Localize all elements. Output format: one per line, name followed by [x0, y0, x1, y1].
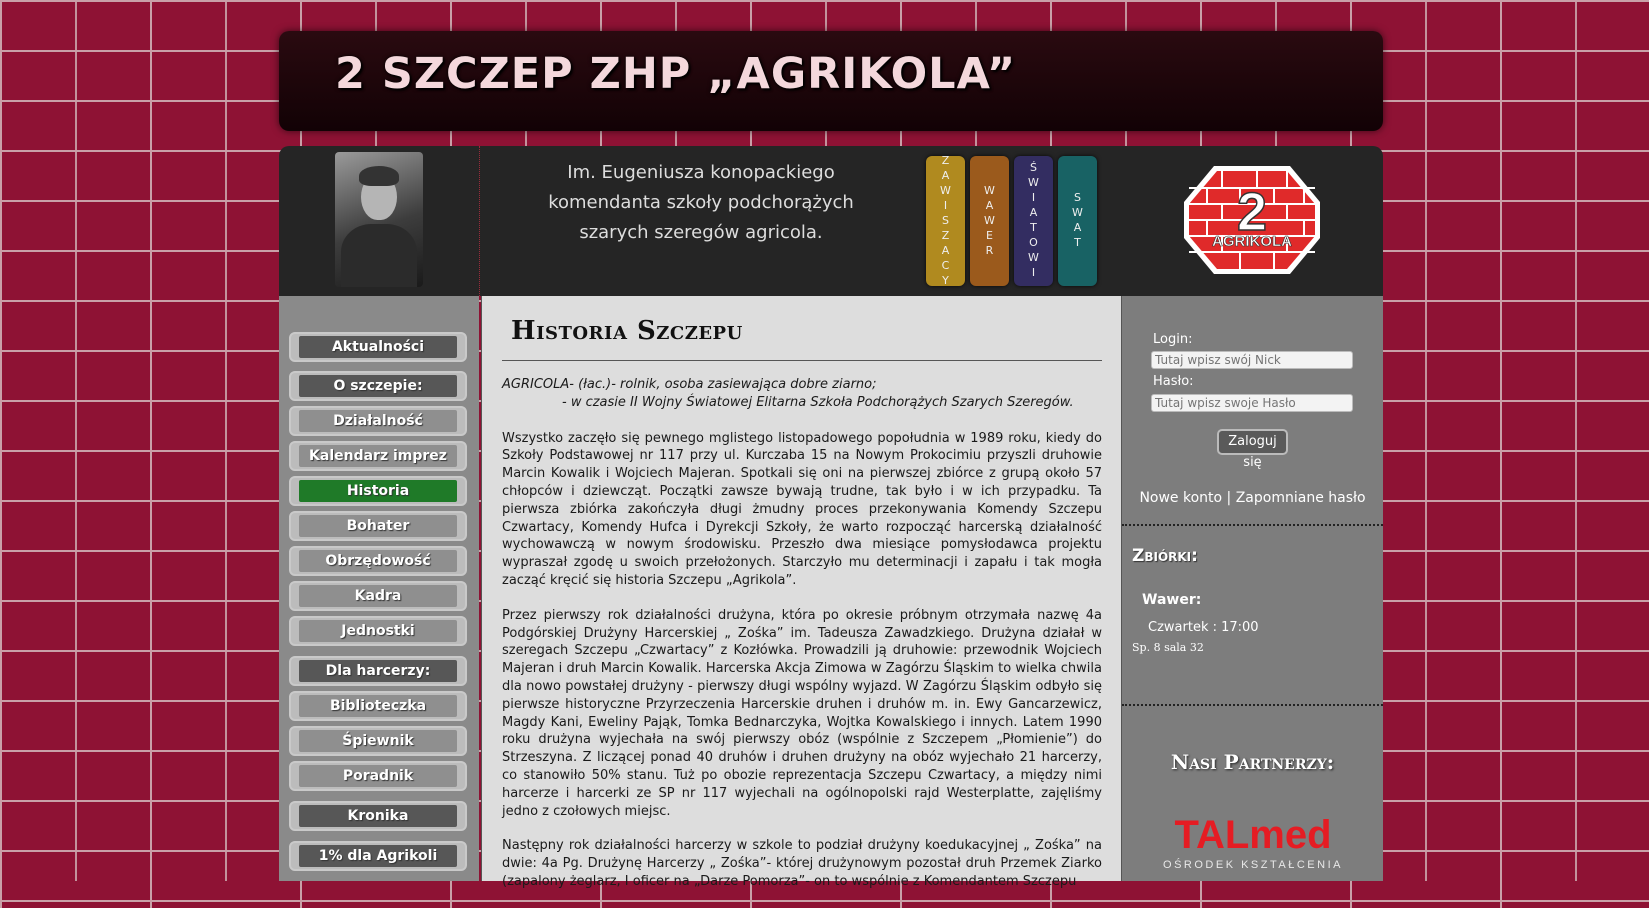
- menu-item-label: Obrzędowość: [299, 550, 457, 572]
- article-paragraph: Przez pierwszy rok działalności drużyna,…: [502, 607, 1102, 819]
- account-links: Nowe konto | Zapomniane hasło: [1122, 490, 1383, 506]
- menu-item[interactable]: 1% dla Agrikoli: [289, 841, 467, 871]
- password-label: Hasło:: [1153, 374, 1194, 389]
- menu-item-label: Kronika: [299, 805, 457, 827]
- menu-item[interactable]: Poradnik: [289, 761, 467, 791]
- site-title: 2 SZCZEP ZHP „AGRIKOLA”: [335, 49, 1017, 99]
- meeting-place: Sp. 8 sala 32: [1132, 641, 1204, 654]
- patron-photo: [335, 152, 423, 287]
- login-label: Login:: [1153, 332, 1193, 347]
- talmed-partner-logo[interactable]: TALmed OŚRODEK KSZTAŁCENIA: [1150, 814, 1356, 872]
- article-paragraph: Wszystko zaczęło się pewnego mglistego l…: [502, 430, 1102, 588]
- forgot-password-link[interactable]: Zapomniane hasło: [1236, 490, 1366, 506]
- menu-item[interactable]: Obrzędowość: [289, 546, 467, 576]
- menu-item[interactable]: Biblioteczka: [289, 691, 467, 721]
- link-separator: |: [1226, 490, 1232, 506]
- team-wawer-link[interactable]: WAWER: [970, 156, 1009, 286]
- menu-item-label: Kadra: [299, 585, 457, 607]
- menu-item-label: Jednostki: [299, 620, 457, 642]
- team-swiatowi-link[interactable]: ŚWIATOWI: [1014, 156, 1053, 286]
- password-input[interactable]: [1151, 394, 1353, 412]
- patron-line: Im. Eugeniusza konopackiego: [567, 162, 835, 183]
- meeting-time: Czwartek : 17:00: [1148, 620, 1259, 635]
- team-label: SWAT: [1071, 191, 1084, 251]
- menu-item[interactable]: Kadra: [289, 581, 467, 611]
- sidebar-menu: Aktualności O szczepie: Działalność Kalenda…: [279, 296, 479, 881]
- patron-line: komendanta szkoły podchorążych: [548, 192, 854, 213]
- team-label: ZAWISZACY: [939, 153, 952, 289]
- right-sidebar: Login: Hasło: Zaloguj się Nowe konto | Z…: [1122, 296, 1383, 881]
- definition-line: - w czasie II Wojny Światowej Elitarna S…: [562, 394, 1074, 410]
- definition-line: AGRICOLA- (łac.)- rolnik, osoba zasiewaj…: [502, 377, 877, 392]
- title-divider: [502, 360, 1102, 361]
- login-button[interactable]: Zaloguj się: [1217, 429, 1288, 470]
- meetings-title: Zbiórki:: [1132, 546, 1198, 566]
- banner-divider: [479, 146, 480, 296]
- patron-line: szarych szeregów agricola.: [579, 222, 823, 243]
- divider: [1122, 524, 1383, 526]
- meeting-team: Wawer:: [1142, 592, 1202, 608]
- menu-item-label: Historia: [299, 480, 457, 502]
- site-header: 2 SZCZEP ZHP „AGRIKOLA”: [279, 31, 1383, 131]
- menu-item-label: Poradnik: [299, 765, 457, 787]
- menu-item-label: Bohater: [299, 515, 457, 537]
- new-account-link[interactable]: Nowe konto: [1139, 490, 1222, 506]
- menu-item[interactable]: Historia: [289, 476, 467, 506]
- article-body: AGRICOLA- (łac.)- rolnik, osoba zasiewaj…: [502, 376, 1102, 908]
- menu-item-label: O szczepie:: [299, 375, 457, 397]
- menu-item-label: Kalendarz imprez: [299, 445, 457, 467]
- article-paragraph: Następny rok działalności harcerzy w szk…: [502, 838, 1102, 889]
- partners-title: Nasi Partnerzy:: [1170, 750, 1335, 774]
- menu-item-label: Działalność: [299, 410, 457, 432]
- menu-item-label: 1% dla Agrikoli: [299, 845, 457, 867]
- menu-item[interactable]: Dla harcerzy:: [289, 656, 467, 686]
- menu-item[interactable]: Bohater: [289, 511, 467, 541]
- menu-item[interactable]: Kronika: [289, 801, 467, 831]
- menu-item-label: Śpiewnik: [299, 730, 457, 752]
- main-content: Historia Szczepu AGRICOLA- (łac.)- rolni…: [481, 296, 1122, 889]
- team-label: WAWER: [983, 183, 996, 259]
- banner: Im. Eugeniusza konopackiego komendanta s…: [279, 146, 1383, 296]
- menu-item-label: Biblioteczka: [299, 695, 457, 717]
- logo-text: AGRIKOLA: [1212, 233, 1292, 250]
- menu-item[interactable]: Aktualności: [289, 332, 467, 362]
- menu-item[interactable]: Działalność: [289, 406, 467, 436]
- menu-item-label: Aktualności: [299, 336, 457, 358]
- partner-subtitle: OŚRODEK KSZTAŁCENIA: [1163, 858, 1343, 871]
- agrikola-logo[interactable]: 2 AGRIKOLA: [1182, 164, 1322, 276]
- patron-dedication: Im. Eugeniusza konopackiego komendanta s…: [541, 158, 861, 248]
- menu-item-label: Dla harcerzy:: [299, 660, 457, 682]
- definition: AGRICOLA- (łac.)- rolnik, osoba zasiewaj…: [502, 376, 1102, 412]
- divider: [1122, 704, 1383, 706]
- login-input[interactable]: [1151, 351, 1353, 369]
- team-zawiszacy-link[interactable]: ZAWISZACY: [926, 153, 965, 289]
- page-title: Historia Szczepu: [511, 316, 743, 346]
- team-swat-link[interactable]: SWAT: [1058, 156, 1097, 286]
- menu-item[interactable]: Jednostki: [289, 616, 467, 646]
- menu-item[interactable]: Kalendarz imprez: [289, 441, 467, 471]
- menu-item[interactable]: O szczepie:: [289, 371, 467, 401]
- partner-name: TALmed: [1174, 814, 1331, 857]
- team-label: ŚWIATOWI: [1027, 161, 1040, 281]
- menu-item[interactable]: Śpiewnik: [289, 726, 467, 756]
